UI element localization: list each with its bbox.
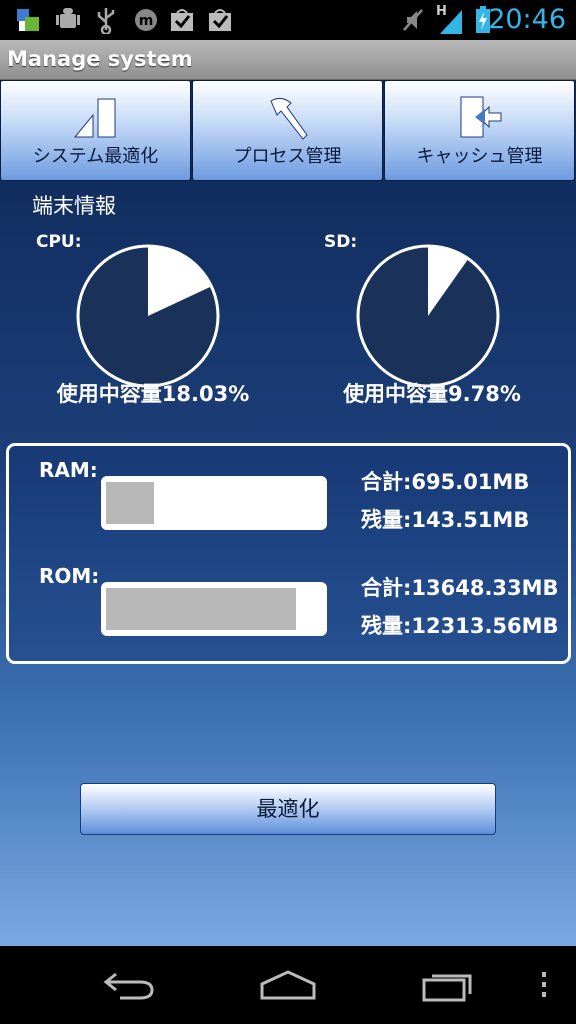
navigation-bar: [0, 946, 576, 1024]
ram-remaining: 残量:143.51MB: [361, 508, 530, 532]
status-time: 20:46: [488, 4, 566, 35]
android-debug-icon: [54, 6, 82, 34]
ram-usage-bar: [101, 476, 327, 530]
ram-label: RAM:: [39, 458, 98, 482]
home-icon[interactable]: [256, 964, 320, 1006]
download-complete-icon: [168, 6, 196, 34]
signal-icon: H: [434, 4, 464, 34]
tab-system-optimize[interactable]: システム最適化: [0, 80, 191, 181]
section-title: 端末情報: [32, 194, 116, 218]
recent-apps-icon[interactable]: [416, 964, 480, 1006]
ram-usage-fill: [106, 482, 154, 524]
app-notification-icon: [14, 6, 42, 34]
svg-text:m: m: [139, 13, 154, 29]
hammer-icon: [263, 93, 313, 141]
status-bar: m H 20:46: [0, 0, 576, 40]
cpu-usage-text: 使用中容量18.03%: [56, 382, 250, 406]
optimize-button[interactable]: 最適化: [80, 783, 496, 835]
tab-label: プロセス管理: [233, 146, 342, 167]
menu-icon[interactable]: [530, 964, 558, 1006]
page-title: Manage system: [7, 47, 193, 71]
cache-exit-icon: [455, 93, 505, 141]
messaging-icon: m: [132, 6, 160, 34]
sd-usage-text: 使用中容量9.78%: [343, 382, 521, 406]
rom-usage-fill: [106, 588, 297, 630]
tab-label: キャッシュ管理: [416, 146, 543, 167]
usb-icon: [94, 6, 118, 34]
sd-label: SD:: [324, 232, 358, 252]
ram-total: 合計:695.01MB: [361, 470, 530, 494]
tab-label: システム最適化: [32, 146, 159, 167]
download-complete-icon: [206, 6, 234, 34]
tab-bar: システム最適化 プロセス管理 キャッシュ管理: [0, 80, 576, 181]
tab-process-manage[interactable]: プロセス管理: [192, 80, 383, 181]
cpu-usage-pie: [76, 244, 220, 388]
tab-cache-manage[interactable]: キャッシュ管理: [384, 80, 575, 181]
rom-total: 合計:13648.33MB: [361, 576, 559, 600]
rom-label: ROM:: [39, 564, 100, 588]
rom-remaining: 残量:12313.56MB: [361, 614, 559, 638]
optimize-triangle-icon: [71, 93, 121, 141]
memory-panel: RAM: 合計:695.01MB 残量:143.51MB ROM: 合計:136…: [6, 443, 571, 664]
title-bar: Manage system: [0, 40, 576, 80]
rom-usage-bar: [101, 582, 327, 636]
main-content: システム最適化 プロセス管理 キャッシュ管理 端末情報 CPU: 使用中容量18…: [0, 80, 576, 946]
sd-usage-pie: [356, 244, 500, 388]
mute-icon: [400, 6, 426, 34]
back-icon[interactable]: [96, 964, 160, 1006]
